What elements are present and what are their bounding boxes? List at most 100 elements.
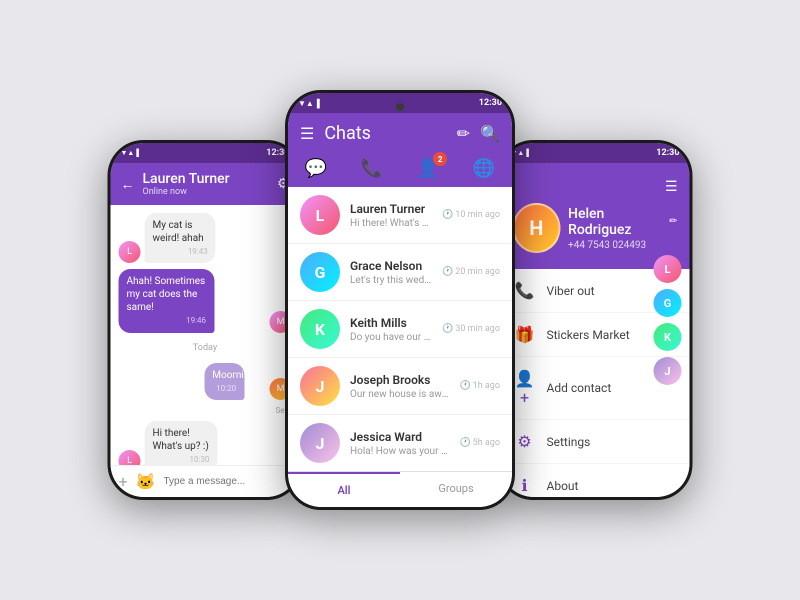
chat-meta-jessica: 🕐 5h ago bbox=[459, 438, 500, 448]
chat-list: L Lauren Turner Hi there! What's up? :) … bbox=[288, 187, 512, 471]
profile-avatar: H bbox=[513, 203, 561, 253]
side-avatars: L G K J bbox=[654, 255, 682, 385]
message-row-4: L Hi there! What's up? :) 10:30 bbox=[119, 421, 292, 465]
chat-meta-joseph: 🕐 1h ago bbox=[459, 381, 500, 391]
chat-time-lauren: 🕐 10 min ago bbox=[442, 210, 500, 220]
right-status-bar: ▼▲ ▌ 12:30 bbox=[501, 143, 690, 163]
chat-item-joseph[interactable]: J Joseph Brooks Our new house is awesome… bbox=[288, 358, 512, 415]
right-status-time: 12:30 bbox=[656, 148, 679, 158]
chat-preview-joseph: Our new house is awesome! You should com… bbox=[350, 389, 449, 400]
chat-preview-jessica: Hola! How was your trip to Dominican Rep… bbox=[350, 446, 449, 457]
chat-name-lauren: Lauren Turner bbox=[350, 202, 432, 216]
messages-area: L My cat is weird! ahah 19:43 Ahah! Some… bbox=[111, 205, 300, 465]
avatar-grace: G bbox=[300, 252, 340, 292]
profile-header-top: ☰ bbox=[513, 179, 678, 195]
left-screen: ▼▲ ▌ 12:30 ← Lauren Turner Online now ⚙ … bbox=[111, 143, 300, 497]
msg-time-4: 10:30 bbox=[153, 455, 210, 465]
left-battery-icon: ▌ bbox=[136, 149, 141, 157]
side-av-3: K bbox=[654, 323, 682, 351]
msg-avatar-lauren-2: L bbox=[119, 450, 141, 465]
emoji-icon[interactable]: 🐱 bbox=[136, 472, 156, 491]
msg-time-3: 10:20 bbox=[212, 384, 236, 394]
profile-header: ☰ H Helen Rodriguez ✏ +44 7543 024493 bbox=[501, 163, 690, 269]
chat-time-keith: 🕐 30 min ago bbox=[442, 324, 500, 334]
message-bubble-2: Ahah! Sometimes my cat does the same! 19… bbox=[119, 269, 215, 332]
chat-name-keith: Keith Mills bbox=[350, 316, 432, 330]
add-icon[interactable]: + bbox=[119, 472, 128, 491]
chat-info-keith: Keith Mills Do you have our photos from … bbox=[350, 316, 432, 343]
chat-meta-lauren: 🕐 10 min ago bbox=[442, 210, 500, 220]
chat-contact-name: Lauren Turner bbox=[143, 171, 269, 187]
tab-calls[interactable]: 📞 bbox=[361, 158, 383, 179]
viber-out-label: Viber out bbox=[547, 284, 595, 298]
viber-out-icon: 📞 bbox=[515, 281, 535, 300]
chat-preview-grace: Let's try this wednesday... Is that alri… bbox=[350, 275, 432, 286]
chat-info-lauren: Lauren Turner Hi there! What's up? :) bbox=[350, 202, 432, 229]
chat-name-joseph: Joseph Brooks bbox=[350, 373, 449, 387]
status-time: 12:30 bbox=[479, 98, 502, 108]
message-bubble-4: Hi there! What's up? :) 10:30 bbox=[145, 421, 218, 465]
tab-messages[interactable]: 💬 bbox=[305, 158, 327, 179]
avatar-lauren: L bbox=[300, 195, 340, 235]
chat-info-grace: Grace Nelson Let's try this wednesday...… bbox=[350, 259, 432, 286]
msg-avatar-lauren: L bbox=[119, 241, 141, 263]
clock-icon-jessica: 🕐 bbox=[459, 438, 470, 448]
right-phone: ▼▲ ▌ 12:30 ☰ H Helen Rodriguez ✏ +44 754… bbox=[498, 140, 693, 500]
chat-time-joseph: 🕐 1h ago bbox=[459, 381, 500, 391]
message-row-2: Ahah! Sometimes my cat does the same! 19… bbox=[119, 269, 292, 332]
profile-avatar-area: H Helen Rodriguez ✏ +44 7543 024493 bbox=[513, 203, 678, 253]
chat-name-jessica: Jessica Ward bbox=[350, 430, 449, 444]
right-screen: ▼▲ ▌ 12:30 ☰ H Helen Rodriguez ✏ +44 754… bbox=[501, 143, 690, 497]
msg-time-2: 19:46 bbox=[127, 316, 207, 326]
about-icon: ℹ bbox=[515, 476, 535, 495]
chat-preview-keith: Do you have our photos from the nye? bbox=[350, 332, 432, 343]
hamburger-icon[interactable]: ☰ bbox=[665, 179, 678, 195]
side-av-2: G bbox=[654, 289, 682, 317]
message-input-bar: + 🐱 🎤 bbox=[111, 465, 300, 497]
tab-explore[interactable]: 🌐 bbox=[473, 158, 495, 179]
app-header: ☰ Chats ✏ 🔍 bbox=[288, 113, 512, 152]
chat-item-jessica[interactable]: J Jessica Ward Hola! How was your trip t… bbox=[288, 415, 512, 471]
battery-icon: ▌ bbox=[317, 99, 323, 108]
chat-time-jessica: 🕐 5h ago bbox=[459, 438, 500, 448]
message-bubble-1: My cat is weird! ahah 19:43 bbox=[145, 213, 216, 263]
clock-icon: 🕐 bbox=[442, 210, 453, 220]
left-signal-icon: ▼▲ bbox=[121, 149, 135, 157]
side-av-1: L bbox=[654, 255, 682, 283]
menu-item-about[interactable]: ℹ About bbox=[501, 464, 690, 497]
back-icon[interactable]: ← bbox=[121, 176, 135, 193]
contacts-badge: 2 bbox=[433, 152, 447, 166]
menu-icon[interactable]: ☰ bbox=[300, 124, 314, 143]
tab-all[interactable]: All bbox=[288, 472, 400, 507]
right-battery-icon: ▌ bbox=[526, 149, 531, 157]
add-contact-label: Add contact bbox=[547, 381, 612, 395]
profile-phone-number: +44 7543 024493 bbox=[568, 240, 677, 251]
stickers-icon: 🎁 bbox=[515, 325, 535, 344]
edit-icon[interactable]: ✏ bbox=[457, 124, 470, 143]
message-input[interactable] bbox=[164, 476, 296, 487]
chat-contact-status: Online now bbox=[143, 187, 269, 197]
tab-contacts[interactable]: 👤 2 bbox=[417, 158, 439, 179]
msg-time-1: 19:43 bbox=[153, 247, 208, 257]
settings-icon: ⚙ bbox=[515, 432, 535, 451]
menu-item-settings[interactable]: ⚙ Settings bbox=[501, 420, 690, 464]
left-status-bar: ▼▲ ▌ 12:30 bbox=[111, 143, 300, 163]
sent-label: Sent bbox=[119, 406, 292, 415]
chat-info-joseph: Joseph Brooks Our new house is awesome! … bbox=[350, 373, 449, 400]
status-icons: ▼▲ ▌ bbox=[298, 99, 323, 108]
search-icon[interactable]: 🔍 bbox=[480, 124, 500, 143]
add-contact-icon: 👤+ bbox=[515, 369, 535, 407]
message-row-1: L My cat is weird! ahah 19:43 bbox=[119, 213, 292, 263]
chat-item-lauren[interactable]: L Lauren Turner Hi there! What's up? :) … bbox=[288, 187, 512, 244]
chat-header: ← Lauren Turner Online now ⚙ bbox=[111, 163, 300, 205]
phone-camera bbox=[396, 103, 404, 111]
clock-icon-grace: 🕐 bbox=[442, 267, 453, 277]
edit-profile-icon[interactable]: ✏ bbox=[669, 216, 677, 227]
tab-groups[interactable]: Groups bbox=[400, 472, 512, 507]
chat-preview-lauren: Hi there! What's up? :) bbox=[350, 218, 432, 229]
tab-bar: 💬 📞 👤 2 🌐 bbox=[288, 152, 512, 187]
chat-item-grace[interactable]: G Grace Nelson Let's try this wednesday.… bbox=[288, 244, 512, 301]
chat-item-keith[interactable]: K Keith Mills Do you have our photos fro… bbox=[288, 301, 512, 358]
chat-meta-keith: 🕐 30 min ago bbox=[442, 324, 500, 334]
profile-name-area: Helen Rodriguez ✏ +44 7543 024493 bbox=[568, 206, 677, 251]
